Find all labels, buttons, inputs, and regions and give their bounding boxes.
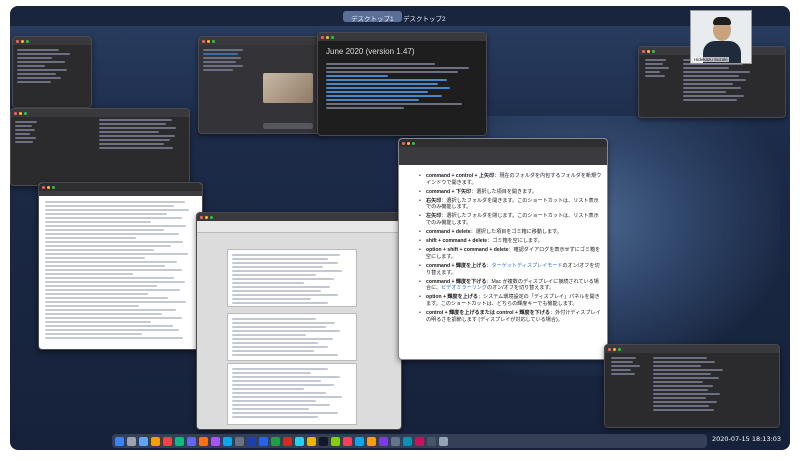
dreamweaver-icon[interactable] xyxy=(331,436,340,446)
window-trackpad-preferences[interactable] xyxy=(198,36,323,134)
word-page-2 xyxy=(227,313,357,361)
window-finder-left[interactable] xyxy=(10,108,190,186)
window-browser-left[interactable] xyxy=(38,182,203,350)
vscode-icon[interactable] xyxy=(247,436,256,446)
dock xyxy=(112,434,707,448)
shortcut-list: • command + control + 上矢印：現在のフォルダを内包するフォル… xyxy=(419,173,603,326)
video-mirroring-link[interactable]: ビデオミラーリング xyxy=(441,285,487,291)
spaces-bar: デスクトップ1 デスクトップ2 xyxy=(10,6,790,26)
launchpad-icon[interactable] xyxy=(127,436,136,446)
illustrator-icon[interactable] xyxy=(367,436,376,446)
messages-icon[interactable] xyxy=(175,436,184,446)
excel-icon[interactable] xyxy=(271,436,280,446)
terminal-icon[interactable] xyxy=(319,436,328,446)
word-icon[interactable] xyxy=(259,436,268,446)
notes-icon[interactable] xyxy=(307,436,316,446)
shortcut-item: • option + shift + command + delete：確認ダイア… xyxy=(419,247,601,260)
settings-icon[interactable] xyxy=(235,436,244,446)
zoom-icon[interactable] xyxy=(295,436,304,446)
participant-hair xyxy=(713,17,731,25)
space-desktop-2[interactable]: デスクトップ2 xyxy=(395,11,454,23)
preview-icon[interactable] xyxy=(391,436,400,446)
chrome-icon[interactable] xyxy=(151,436,160,446)
shortcut-item: • shift + command + delete：ゴミ箱を空にします。 xyxy=(419,238,543,245)
powerpoint-icon[interactable] xyxy=(283,436,292,446)
window-release-notes[interactable]: June 2020 (version 1.47) xyxy=(317,32,487,136)
calendar-icon[interactable] xyxy=(163,436,172,446)
document-toolbar[interactable] xyxy=(399,147,607,165)
shortcut-item: • command + 輝度を下げる：Mac が複数のディスプレイに接続されている… xyxy=(419,278,599,292)
appstore-icon[interactable] xyxy=(223,436,232,446)
trackpad-settings-button[interactable] xyxy=(263,123,313,129)
window-word-document[interactable] xyxy=(196,212,402,430)
word-page-1 xyxy=(227,249,357,307)
release-notes-title: June 2020 (version 1.47) xyxy=(326,47,415,56)
trackpad-preview-image xyxy=(263,73,313,103)
window-finder-top-left[interactable] xyxy=(12,36,92,108)
mission-control-screen: デスクトップ1 デスクトップ2 June 2020 (version 1.47)… xyxy=(10,6,790,450)
word-ribbon[interactable] xyxy=(197,221,401,233)
indesign-icon[interactable] xyxy=(415,436,424,446)
participant-name: Hidekazu Suzuki xyxy=(693,57,729,62)
maps-icon[interactable] xyxy=(403,436,412,446)
photos-icon[interactable] xyxy=(199,436,208,446)
window-finder-bottom-right[interactable] xyxy=(604,344,780,428)
podcasts-icon[interactable] xyxy=(211,436,220,446)
space-desktop-1[interactable]: デスクトップ1 xyxy=(343,11,402,23)
word-page-3 xyxy=(227,363,357,425)
shortcut-item: • 右矢印：選択したフォルダを開きます。このショートカットは、リスト表示でのみ機能… xyxy=(419,197,599,211)
trash-icon[interactable] xyxy=(439,436,448,446)
shortcut-item: • command + delete：選択した項目をゴミ箱に移動します。 xyxy=(419,229,562,236)
finder-icon[interactable] xyxy=(115,436,124,446)
video-call-window[interactable]: Hidekazu Suzuki xyxy=(690,10,752,64)
safari-icon[interactable] xyxy=(139,436,148,446)
window-shortcut-document[interactable]: • command + control + 上矢印：現在のフォルダを内包するフォル… xyxy=(398,138,608,360)
shortcut-item: • command + 下矢印：選択した項目を開きます。 xyxy=(419,188,537,195)
clock: 2020-07-15 18:13:03 xyxy=(712,435,782,443)
photoshop-icon[interactable] xyxy=(355,436,364,446)
target-display-mode-link[interactable]: ターゲットディスプレイモード xyxy=(492,263,563,269)
premiere-icon[interactable] xyxy=(379,436,388,446)
shortcut-item: • 左矢印：選択したフォルダを閉じます。このショートカットは、リスト表示でのみ機能… xyxy=(419,213,599,227)
shortcut-item: • option + 輝度を上げる：システム環境設定の「ディスプレイ」パネルを開き… xyxy=(419,294,600,307)
shortcut-item: • command + control + 上矢印：現在のフォルダを内包するフォル… xyxy=(419,173,602,186)
mail-icon[interactable] xyxy=(187,436,196,446)
downloads-icon[interactable] xyxy=(427,436,436,446)
music-icon[interactable] xyxy=(343,436,352,446)
shortcut-item: • command + 輝度を上げる：ターゲットディスプレイモードのオン/オフを切… xyxy=(419,263,600,276)
shortcut-item: • control + 輝度を上げるまたは control + 輝度を下げる：外付… xyxy=(419,310,601,323)
